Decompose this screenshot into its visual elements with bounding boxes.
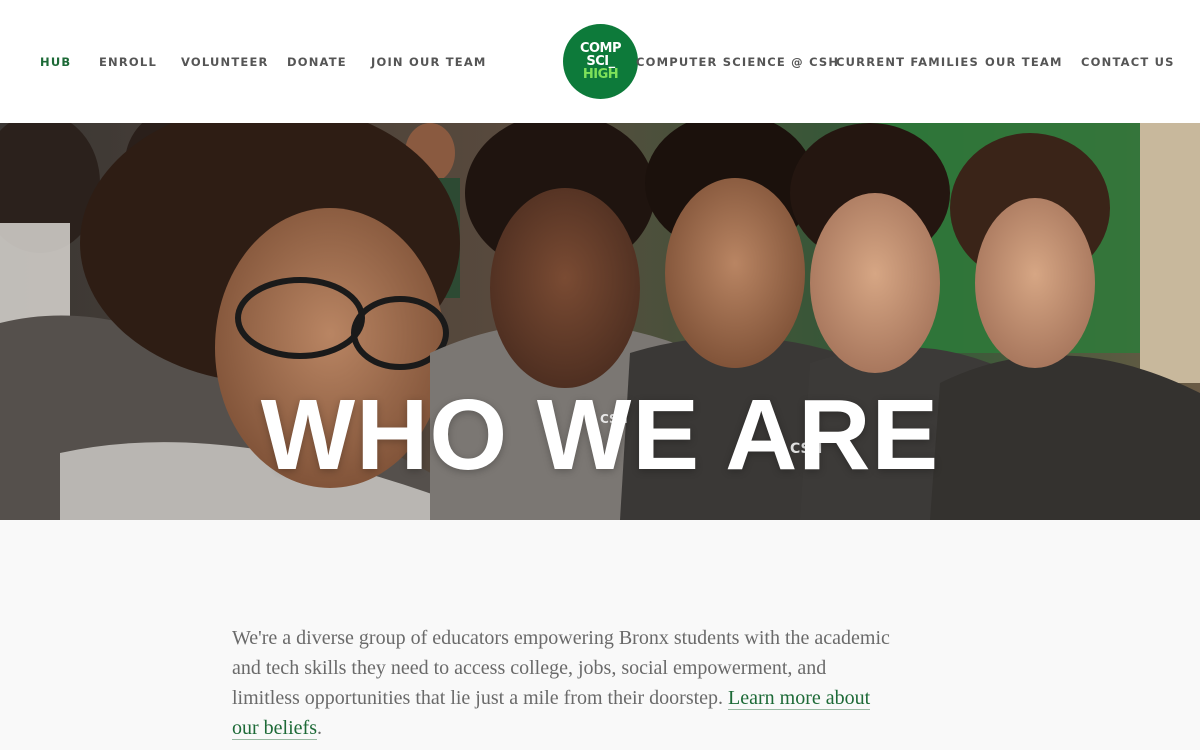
nav-link-current-families[interactable]: CURRENT FAMILIES: [836, 55, 979, 69]
hero-banner: CSH CSH WHO WE ARE: [0, 123, 1200, 520]
site-header: HUB ENROLL VOLUNTEER DONATE JOIN OUR TEA…: [0, 0, 1200, 123]
nav-link-computer-science[interactable]: COMPUTER SCIENCE @ CSH: [636, 55, 839, 69]
logo-text-line-3: HIGH: [582, 67, 619, 82]
nav-link-join-our-team[interactable]: JOIN OUR TEAM: [371, 55, 487, 69]
nav-link-hub[interactable]: HUB: [40, 55, 71, 69]
nav-link-volunteer[interactable]: VOLUNTEER: [181, 55, 269, 69]
nav-link-contact-us[interactable]: CONTACT US: [1081, 55, 1175, 69]
nav-link-donate[interactable]: DONATE: [287, 55, 347, 69]
nav-link-enroll[interactable]: ENROLL: [99, 55, 157, 69]
nav-link-our-team[interactable]: OUR TEAM: [985, 55, 1063, 69]
site-logo[interactable]: COMP SCI_ HIGH: [563, 24, 638, 99]
intro-paragraph: We're a diverse group of educators empow…: [232, 623, 892, 743]
hero-title: WHO WE ARE: [260, 379, 940, 491]
intro-section: We're a diverse group of educators empow…: [0, 520, 1200, 750]
intro-trailing-punctuation: .: [316, 717, 322, 739]
